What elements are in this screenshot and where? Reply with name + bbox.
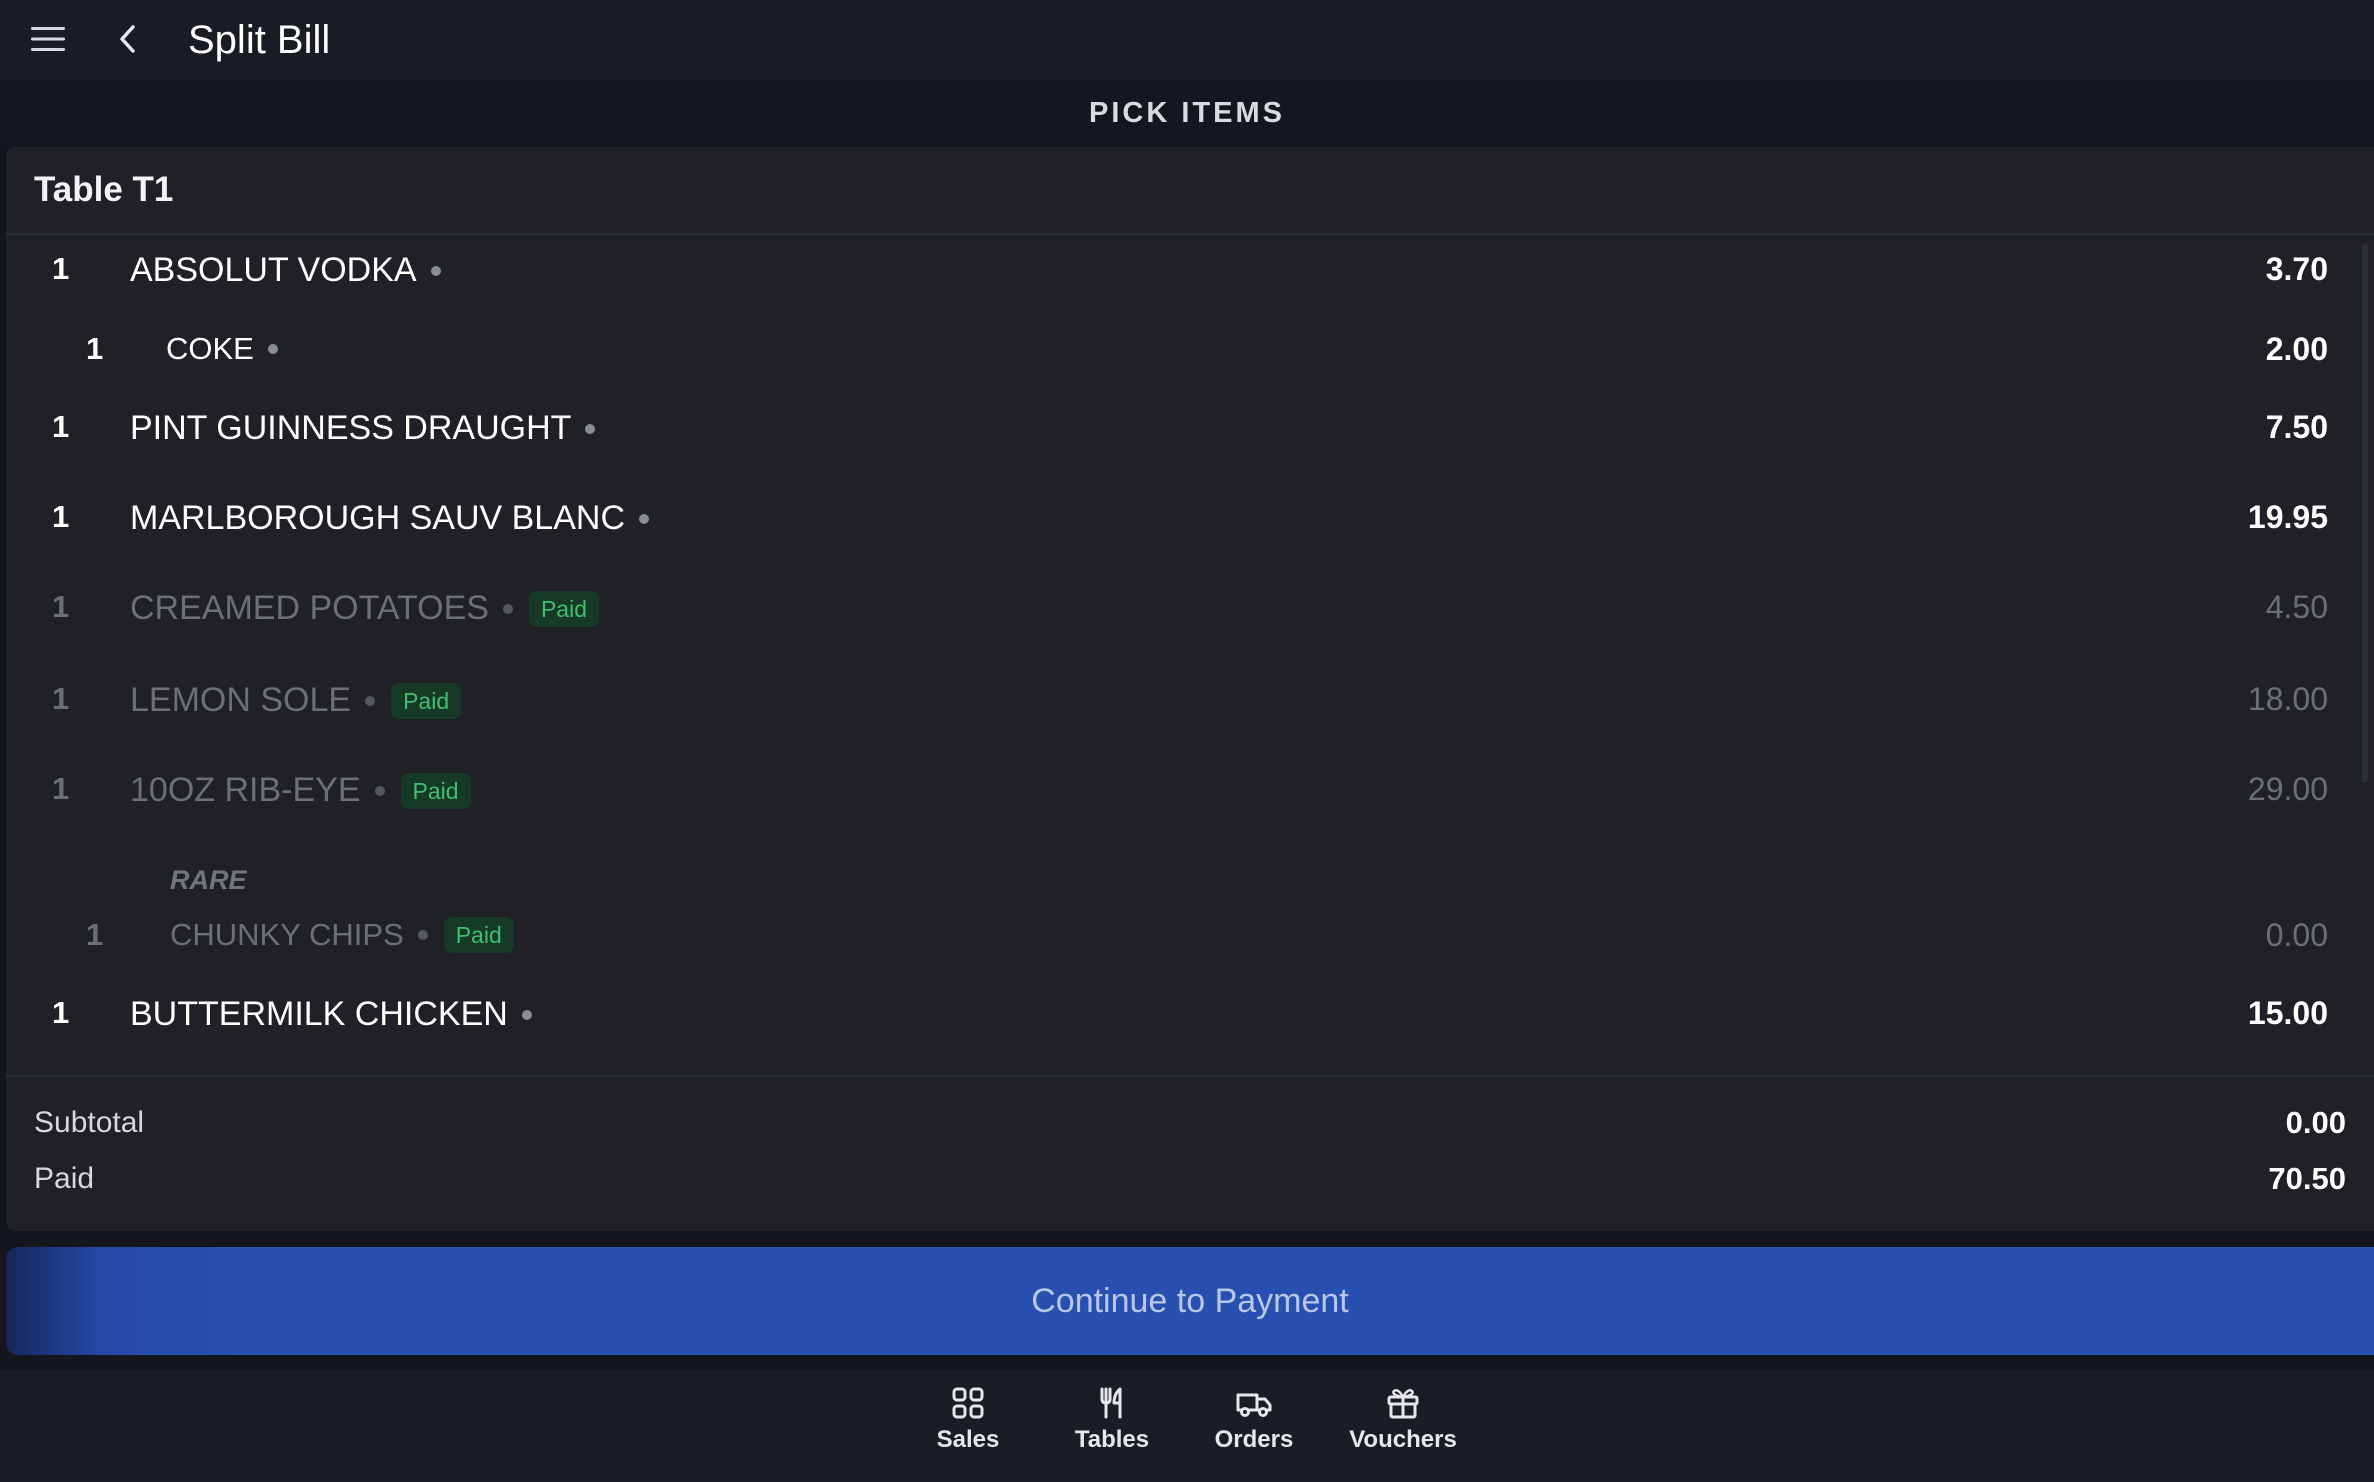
paid-row: Paid 70.50 (34, 1159, 2346, 1199)
nav-tables[interactable]: Tables (1068, 1386, 1156, 1454)
item-quantity: 1 (52, 251, 70, 286)
status-dot (430, 265, 441, 276)
item-price: 19.95 (2247, 499, 2328, 535)
item-name: PINT GUINNESS DRAUGHT (130, 409, 596, 448)
item-name: CREAMED POTATOES Paid (130, 589, 599, 628)
status-dot (585, 423, 596, 434)
bill-panel: Table T1 1 ABSOLUT VODKA 3.70 1 COKE 2.0… (6, 147, 2374, 1231)
status-dot (374, 785, 385, 796)
item-price: 4.50 (2265, 589, 2328, 625)
gift-icon (1387, 1389, 1419, 1419)
item-price: 15.00 (2247, 995, 2328, 1031)
item-price: 3.70 (2265, 251, 2328, 287)
status-dot (521, 1009, 532, 1020)
paid-badge: Paid (443, 917, 514, 953)
item-name: ABSOLUT VODKA (130, 251, 441, 290)
item-quantity: 1 (52, 409, 70, 444)
item-name-text: MARLBOROUGH SAUV BLANC (130, 499, 625, 537)
item-quantity: 1 (52, 995, 70, 1030)
item-quantity: 1 (86, 331, 104, 366)
grid-icon (952, 1387, 984, 1419)
item-quantity: 1 (52, 499, 70, 534)
item-name-text: 10OZ RIB-EYE (130, 771, 361, 809)
item-name-text: BUTTERMILK CHICKEN (130, 995, 508, 1033)
item-price: 18.00 (2247, 681, 2328, 717)
item-name: 10OZ RIB-EYE Paid (130, 771, 471, 810)
table-name: Table T1 (6, 147, 2374, 235)
item-name: COKE (166, 331, 278, 367)
bottom-navigation: Sales Tables Orders Vouchers (0, 1370, 2374, 1482)
nav-sales[interactable]: Sales (930, 1386, 1006, 1454)
item-quantity: 1 (52, 589, 70, 624)
item-name: CHUNKY CHIPS Paid (170, 917, 514, 953)
item-name-text: ABSOLUT VODKA (130, 251, 417, 289)
status-dot (639, 513, 649, 524)
item-modifier: RARE (170, 865, 247, 895)
paid-badge: Paid (528, 590, 599, 627)
nav-label: Vouchers (1349, 1426, 1457, 1453)
item-quantity: 1 (86, 917, 104, 952)
menu-button[interactable] (28, 19, 68, 59)
items-list[interactable]: 1 ABSOLUT VODKA 3.70 1 COKE 2.00 1 PINT … (6, 235, 2356, 1065)
delivery-truck-icon (1236, 1393, 1272, 1417)
item-name-text: CHUNKY CHIPS (170, 917, 404, 952)
item-quantity: 1 (52, 771, 70, 806)
status-dot (267, 344, 278, 354)
subtotal-label: Subtotal (34, 1106, 145, 1139)
item-quantity: 1 (52, 681, 70, 716)
item-name: LEMON SOLE Paid (130, 681, 462, 720)
cutlery-icon (1100, 1387, 1122, 1419)
chevron-left-icon (120, 25, 135, 53)
status-dot (365, 695, 376, 706)
nav-label: Sales (936, 1426, 1000, 1453)
nav-orders[interactable]: Orders (1206, 1386, 1302, 1454)
subtotal-value: 0.00 (2285, 1105, 2346, 1140)
item-name-text: LEMON SOLE (130, 681, 352, 719)
continue-to-payment-button[interactable]: Continue to Payment (6, 1247, 2374, 1355)
nav-label: Tables (1074, 1426, 1150, 1453)
section-header-pick-items: PICK ITEMS (0, 80, 2374, 146)
items-scrollbar[interactable] (2362, 243, 2368, 783)
item-name-text: CREAMED POTATOES (130, 589, 489, 627)
item-name: BUTTERMILK CHICKEN (130, 995, 532, 1034)
nav-label: Orders (1214, 1426, 1294, 1453)
paid-badge: Paid (391, 682, 462, 719)
item-name-text: PINT GUINNESS DRAUGHT (130, 409, 572, 447)
item-name: MARLBOROUGH SAUV BLANC (130, 499, 649, 538)
nav-vouchers[interactable]: Vouchers (1346, 1386, 1460, 1454)
status-dot (502, 603, 513, 614)
item-price: 7.50 (2265, 409, 2328, 445)
back-button[interactable] (108, 19, 148, 59)
paid-badge: Paid (400, 772, 471, 809)
item-price: 29.00 (2247, 771, 2328, 807)
subtotal-row: Subtotal 0.00 (34, 1103, 2346, 1143)
item-name-text: COKE (166, 331, 254, 366)
paid-value: 70.50 (2268, 1161, 2346, 1196)
item-price: 2.00 (2265, 331, 2328, 367)
top-bar: Split Bill (0, 0, 2374, 80)
hamburger-menu-icon (31, 27, 65, 51)
paid-label: Paid (34, 1162, 95, 1195)
page-title: Split Bill (188, 18, 331, 62)
item-price: 0.00 (2265, 917, 2328, 953)
totals-section: Subtotal 0.00 Paid 70.50 (6, 1075, 2374, 1233)
status-dot (417, 930, 428, 940)
